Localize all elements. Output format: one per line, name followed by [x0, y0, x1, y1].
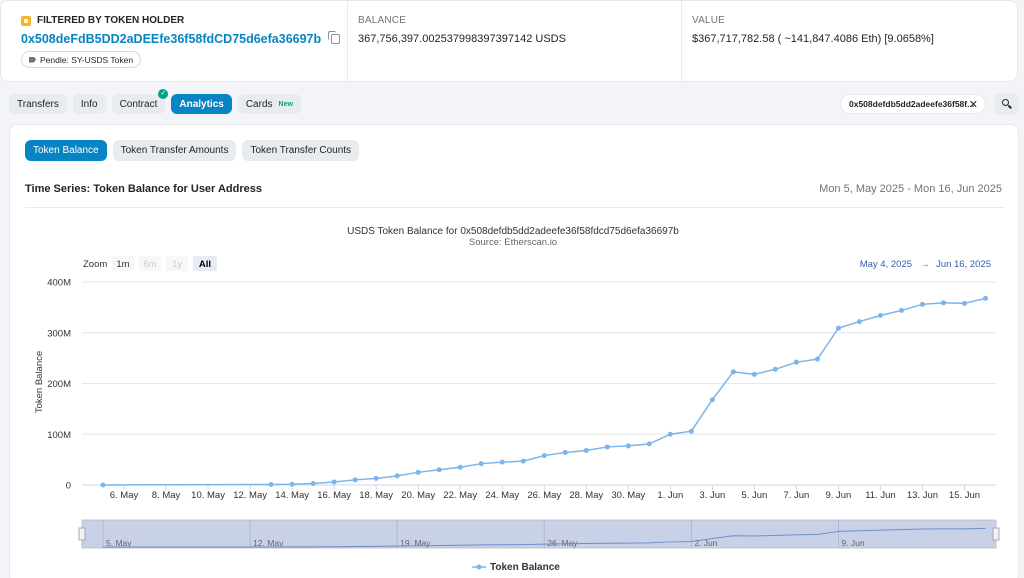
legend-marker	[476, 564, 482, 570]
data-point[interactable]	[625, 443, 631, 449]
chart-subtitle: Source: Etherscan.io	[469, 237, 557, 248]
x-tick-label: 15. Jun	[949, 490, 980, 501]
chart-title: USDS Token Balance for 0x508defdb5dd2ade…	[347, 226, 679, 237]
x-axis-ticks: 6. May 8. May 10. May 12. May 14. May 16. May…	[110, 485, 980, 501]
data-point[interactable]	[835, 325, 841, 331]
data-point[interactable]	[499, 459, 505, 465]
data-point[interactable]	[793, 359, 799, 365]
y-tick-label: 0	[66, 481, 71, 492]
y-tick-label: 100M	[47, 430, 71, 441]
y-axis-ticks: 0 100M 200M 300M 400M	[47, 278, 71, 492]
data-point[interactable]	[688, 428, 694, 434]
data-point[interactable]	[604, 444, 610, 450]
x-tick-label: 22. May	[443, 490, 477, 501]
x-tick-label: 14. May	[275, 490, 309, 501]
x-tick-label: 5. Jun	[741, 490, 767, 501]
data-point[interactable]	[709, 397, 715, 403]
y-axis-label: Token Balance	[34, 351, 45, 413]
x-tick-label: 9. Jun	[825, 490, 851, 501]
y-tick-label: 400M	[47, 278, 71, 289]
data-point[interactable]	[730, 369, 736, 375]
data-point[interactable]	[310, 480, 316, 486]
x-tick-label: 13. Jun	[907, 490, 938, 501]
x-tick-label: 12. May	[233, 490, 267, 501]
data-point[interactable]	[520, 458, 526, 464]
chart-grid	[82, 281, 996, 486]
zoom-1y-button: 1y	[172, 259, 182, 270]
data-point[interactable]	[982, 295, 988, 301]
y-tick-label: 300M	[47, 328, 71, 339]
data-point[interactable]	[961, 300, 967, 306]
x-tick-label: 11. Jun	[865, 490, 895, 501]
x-tick-label: 30. May	[611, 490, 645, 501]
legend-item-token-balance[interactable]: Token Balance	[490, 562, 560, 573]
data-point[interactable]	[289, 481, 295, 487]
data-point[interactable]	[436, 467, 442, 473]
data-point[interactable]	[457, 464, 463, 470]
x-tick-label: 20. May	[401, 490, 435, 501]
data-point[interactable]	[646, 441, 652, 447]
data-point[interactable]	[583, 447, 589, 453]
data-point[interactable]	[415, 469, 421, 475]
data-point[interactable]	[352, 477, 358, 483]
data-point[interactable]	[751, 371, 757, 377]
x-tick-label: 18. May	[359, 490, 393, 501]
x-tick-label: 16. May	[317, 490, 351, 501]
x-tick-label: 26. May	[527, 490, 561, 501]
zoom-1m-button[interactable]: 1m	[116, 259, 129, 270]
y-tick-label: 200M	[47, 379, 71, 390]
range-arrow: →	[920, 259, 930, 270]
data-point[interactable]	[331, 479, 337, 485]
data-point[interactable]	[772, 366, 778, 372]
navigator-tick-label: 19. May	[400, 538, 431, 548]
x-tick-label: 3. Jun	[699, 490, 725, 501]
zoom-all-button[interactable]: All	[199, 259, 211, 270]
data-point[interactable]	[919, 301, 925, 307]
token-balance-series	[100, 295, 988, 488]
data-point[interactable]	[898, 307, 904, 313]
navigator-left-handle[interactable]	[78, 527, 86, 541]
data-point[interactable]	[541, 453, 547, 459]
x-tick-label: 6. May	[110, 490, 139, 501]
data-point[interactable]	[814, 356, 820, 362]
data-point[interactable]	[940, 300, 946, 306]
data-point[interactable]	[373, 475, 379, 481]
zoom-label: Zoom	[83, 259, 107, 270]
x-tick-label: 28. May	[569, 490, 603, 501]
x-tick-label: 10. May	[191, 490, 225, 501]
x-tick-label: 8. May	[152, 490, 181, 501]
zoom-6m-button: 6m	[143, 259, 156, 270]
data-point[interactable]	[394, 473, 400, 479]
data-point[interactable]	[268, 481, 274, 487]
data-point[interactable]	[856, 319, 862, 325]
range-to-input[interactable]: Jun 16, 2025	[936, 259, 991, 270]
data-point[interactable]	[667, 431, 673, 437]
navigator-tick-label: 9. Jun	[841, 538, 864, 548]
navigator-tick-label: 26. May	[547, 538, 578, 548]
navigator-right-handle[interactable]	[992, 527, 1000, 541]
data-point[interactable]	[562, 450, 568, 456]
range-from-input[interactable]: May 4, 2025	[860, 259, 912, 270]
data-point[interactable]	[877, 312, 883, 318]
x-tick-label: 7. Jun	[783, 490, 809, 501]
token-balance-chart: USDS Token Balance for 0x508defdb5dd2ade…	[34, 226, 1000, 573]
data-point[interactable]	[100, 482, 106, 488]
data-point[interactable]	[478, 461, 484, 467]
x-tick-label: 24. May	[485, 490, 519, 501]
x-tick-label: 1. Jun	[657, 490, 683, 501]
